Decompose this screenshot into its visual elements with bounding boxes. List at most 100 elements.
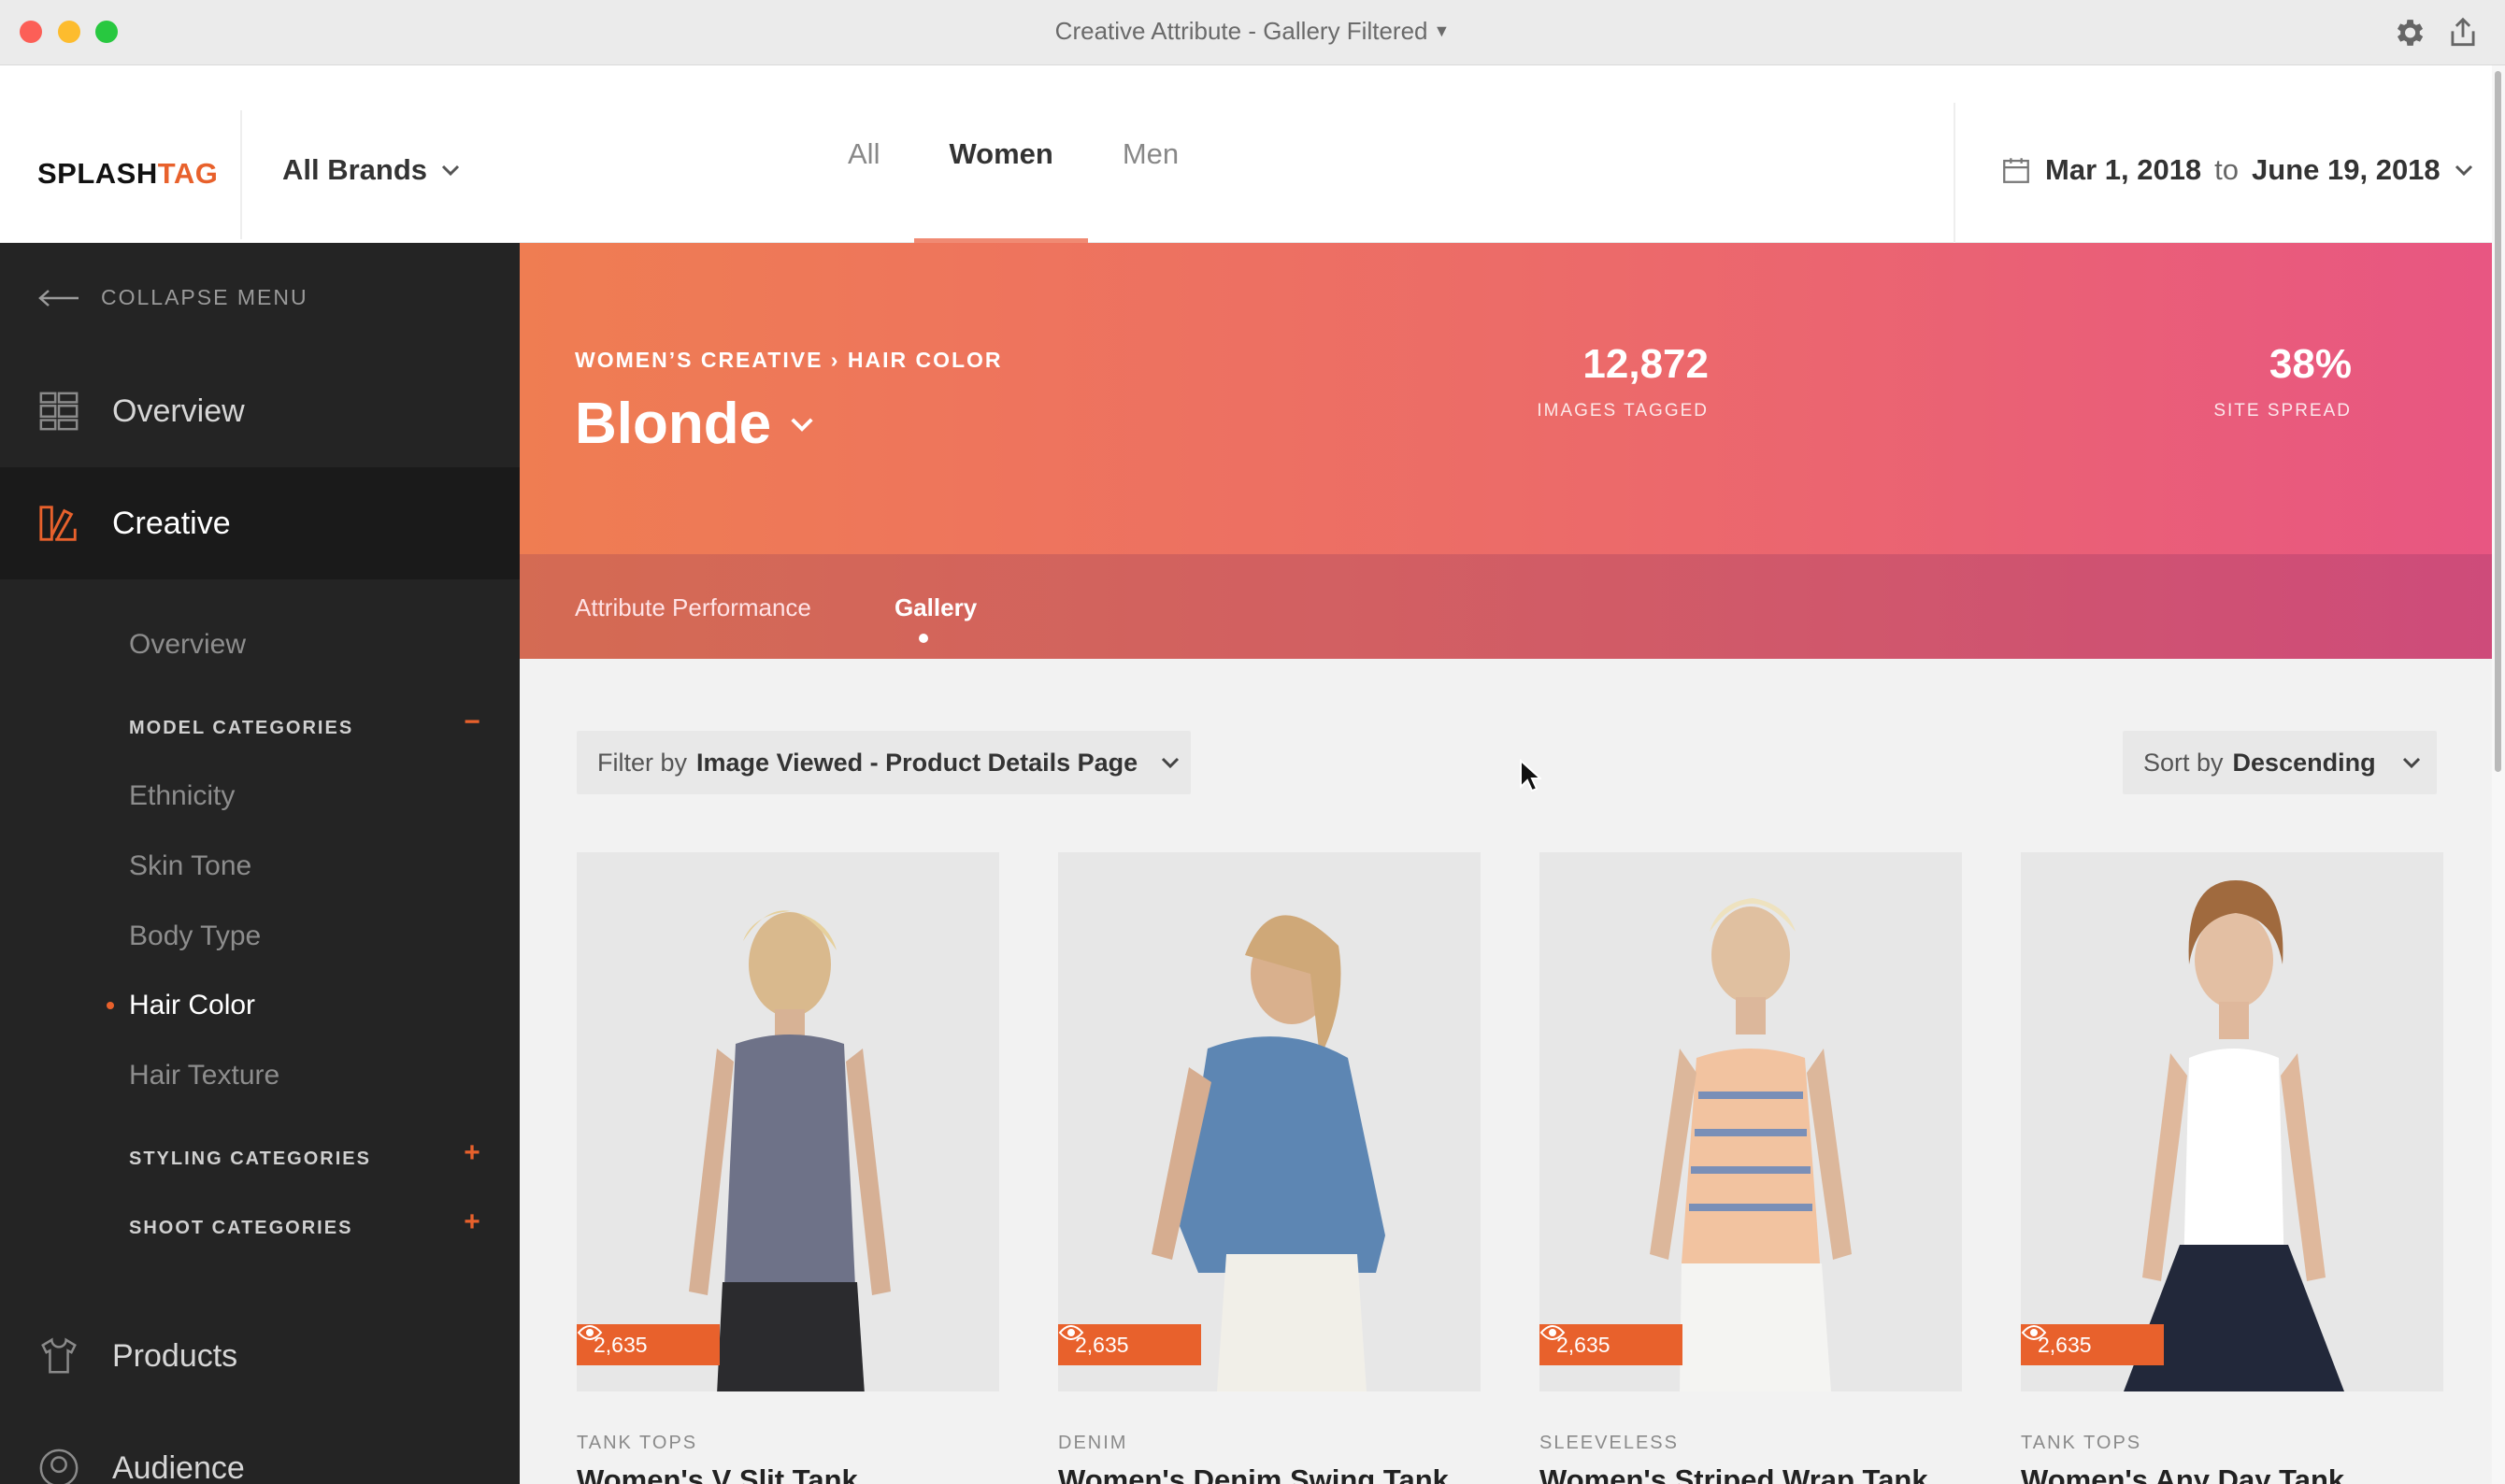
sidebar-item-products[interactable]: Products bbox=[0, 1300, 520, 1412]
product-image[interactable]: 2,635 bbox=[1058, 852, 1481, 1391]
share-icon[interactable] bbox=[2445, 15, 2481, 50]
sidebar-sub-hair-texture[interactable]: Hair Texture bbox=[129, 1060, 279, 1092]
product-name[interactable]: Women's V Slit Tank bbox=[577, 1463, 999, 1484]
scrollbar-thumb[interactable] bbox=[2495, 71, 2501, 772]
window-title[interactable]: Creative Attribute - Gallery Filtered ▼ bbox=[0, 17, 2505, 46]
collapse-model-categories-button[interactable]: − bbox=[458, 706, 486, 738]
product-category: TANK TOPS bbox=[2021, 1433, 2142, 1453]
calendar-icon bbox=[2003, 158, 2029, 183]
view-count-badge: 2,635 bbox=[2021, 1324, 2164, 1365]
model-categories-header[interactable]: MODEL CATEGORIES bbox=[129, 718, 353, 739]
splashtag-logo[interactable]: SPLASHTAG bbox=[37, 157, 218, 191]
product-image[interactable]: 2,635 bbox=[1539, 852, 1962, 1391]
sort-prefix: Sort by bbox=[2143, 748, 2224, 777]
app-header: SPLASHTAG All Brands All Women Men Mar 1… bbox=[0, 65, 2505, 243]
collapse-menu-button[interactable]: COLLAPSE MENU bbox=[37, 285, 308, 310]
sidebar-sub-hair-color[interactable]: Hair Color bbox=[129, 990, 255, 1021]
tab-gallery[interactable]: Gallery bbox=[895, 593, 977, 622]
chevron-down-icon bbox=[2402, 757, 2421, 769]
model-photo-placeholder bbox=[1650, 898, 1852, 1391]
stat-images-tagged: 12,872 IMAGES TAGGED bbox=[1279, 341, 1709, 421]
sidebar-sub-ethnicity[interactable]: Ethnicity bbox=[129, 780, 235, 812]
stat-label: IMAGES TAGGED bbox=[1537, 401, 1709, 421]
sidebar: COLLAPSE MENU Overview Creative Overview… bbox=[0, 243, 520, 1484]
arrow-left-icon bbox=[38, 289, 79, 307]
date-range-picker[interactable]: Mar 1, 2018 to June 19, 2018 bbox=[2000, 153, 2474, 187]
expand-shoot-categories-button[interactable]: + bbox=[458, 1206, 486, 1238]
header-divider bbox=[1954, 103, 1955, 243]
view-count-badge: 2,635 bbox=[1058, 1324, 1201, 1365]
styling-categories-header[interactable]: STYLING CATEGORIES bbox=[129, 1149, 371, 1170]
product-card[interactable]: 2,635 SLEEVELESS Women's Striped Wrap Ta… bbox=[1539, 852, 1962, 1484]
dashboard-icon bbox=[39, 392, 79, 431]
product-card[interactable]: 2,635 TANK TOPS Women's V Slit Tank bbox=[577, 852, 999, 1484]
sidebar-sub-body-type[interactable]: Body Type bbox=[129, 920, 261, 952]
product-category: TANK TOPS bbox=[577, 1433, 698, 1453]
caret-down-icon: ▼ bbox=[1433, 21, 1451, 40]
person-icon bbox=[39, 1448, 79, 1484]
eye-icon bbox=[2021, 1325, 2047, 1340]
stat-value: 38% bbox=[2269, 341, 2352, 387]
shoot-categories-header[interactable]: SHOOT CATEGORIES bbox=[129, 1218, 352, 1239]
product-image[interactable]: 2,635 bbox=[2021, 852, 2443, 1391]
product-name[interactable]: Women's Denim Swing Tank bbox=[1058, 1463, 1481, 1484]
product-name[interactable]: Women's Any Day Tank bbox=[2021, 1463, 2443, 1484]
product-image[interactable]: 2,635 bbox=[577, 852, 999, 1391]
sort-dropdown[interactable]: Sort by Descending bbox=[2123, 731, 2437, 794]
shirt-icon bbox=[41, 1337, 77, 1374]
chevron-down-icon bbox=[2455, 164, 2472, 177]
sidebar-sub-overview[interactable]: Overview bbox=[129, 629, 246, 661]
eye-icon bbox=[577, 1325, 603, 1340]
swatches-icon bbox=[39, 506, 77, 541]
view-count-badge: 2,635 bbox=[577, 1324, 720, 1365]
sidebar-sub-skin-tone[interactable]: Skin Tone bbox=[129, 850, 251, 882]
brand-selector-label: All Brands bbox=[282, 153, 428, 186]
chevron-down-icon bbox=[1162, 757, 1180, 769]
expand-styling-categories-button[interactable]: + bbox=[458, 1137, 486, 1169]
brand-selector[interactable]: All Brands bbox=[282, 153, 461, 187]
eye-icon bbox=[1539, 1325, 1566, 1340]
model-photo-placeholder bbox=[2124, 880, 2344, 1391]
product-name[interactable]: Women's Striped Wrap Tank bbox=[1539, 1463, 1962, 1484]
header-divider bbox=[240, 110, 242, 239]
window-titlebar: Creative Attribute - Gallery Filtered ▼ bbox=[0, 0, 2505, 65]
date-connector: to bbox=[2214, 153, 2240, 186]
window-title-text: Creative Attribute - Gallery Filtered bbox=[1054, 17, 1428, 45]
sidebar-item-overview[interactable]: Overview bbox=[0, 355, 520, 467]
product-card[interactable]: 2,635 DENIM Women's Denim Swing Tank bbox=[1058, 852, 1481, 1484]
sidebar-item-audience[interactable]: Audience bbox=[0, 1412, 520, 1484]
page-title: Blonde bbox=[575, 392, 772, 456]
active-indicator-dot bbox=[107, 1002, 114, 1009]
attribute-subnav bbox=[520, 554, 2492, 659]
model-photo-placeholder bbox=[689, 910, 891, 1391]
stat-site-spread: 38% SITE SPREAD bbox=[1978, 341, 2352, 421]
tab-all[interactable]: All bbox=[813, 65, 914, 243]
filter-value: Image Viewed - Product Details Page bbox=[696, 748, 1138, 777]
sidebar-item-label: Overview bbox=[112, 392, 245, 429]
gear-icon[interactable] bbox=[2391, 15, 2426, 50]
tab-women[interactable]: Women bbox=[914, 65, 1089, 243]
sidebar-item-label: Creative bbox=[112, 505, 231, 541]
filter-dropdown[interactable]: Filter by Image Viewed - Product Details… bbox=[577, 731, 1191, 794]
chevron-down-icon bbox=[791, 417, 813, 432]
attribute-selector[interactable]: Blonde bbox=[575, 391, 816, 457]
product-card[interactable]: 2,635 TANK TOPS Women's Any Day Tank bbox=[2021, 852, 2443, 1484]
sidebar-item-label: Audience bbox=[112, 1449, 245, 1484]
eye-icon bbox=[1058, 1325, 1084, 1340]
stat-value: 12,872 bbox=[1582, 341, 1709, 387]
product-category: SLEEVELESS bbox=[1539, 1433, 1679, 1453]
product-category: DENIM bbox=[1058, 1433, 1128, 1453]
date-end: June 19, 2018 bbox=[2252, 153, 2441, 186]
collapse-menu-label: COLLAPSE MENU bbox=[101, 285, 308, 309]
breadcrumb: WOMEN’S CREATIVE › HAIR COLOR bbox=[575, 348, 1003, 372]
chevron-down-icon bbox=[441, 164, 460, 177]
attribute-hero: WOMEN’S CREATIVE › HAIR COLOR Blonde 12,… bbox=[520, 243, 2492, 659]
gender-tabs: All Women Men bbox=[813, 65, 1213, 243]
sidebar-item-creative[interactable]: Creative bbox=[0, 467, 520, 579]
tab-men[interactable]: Men bbox=[1088, 65, 1213, 243]
date-start: Mar 1, 2018 bbox=[2045, 153, 2202, 186]
tab-attribute-performance[interactable]: Attribute Performance bbox=[575, 593, 811, 622]
view-count-badge: 2,635 bbox=[1539, 1324, 1682, 1365]
sort-value: Descending bbox=[2232, 748, 2376, 777]
model-photo-placeholder bbox=[1152, 915, 1385, 1391]
